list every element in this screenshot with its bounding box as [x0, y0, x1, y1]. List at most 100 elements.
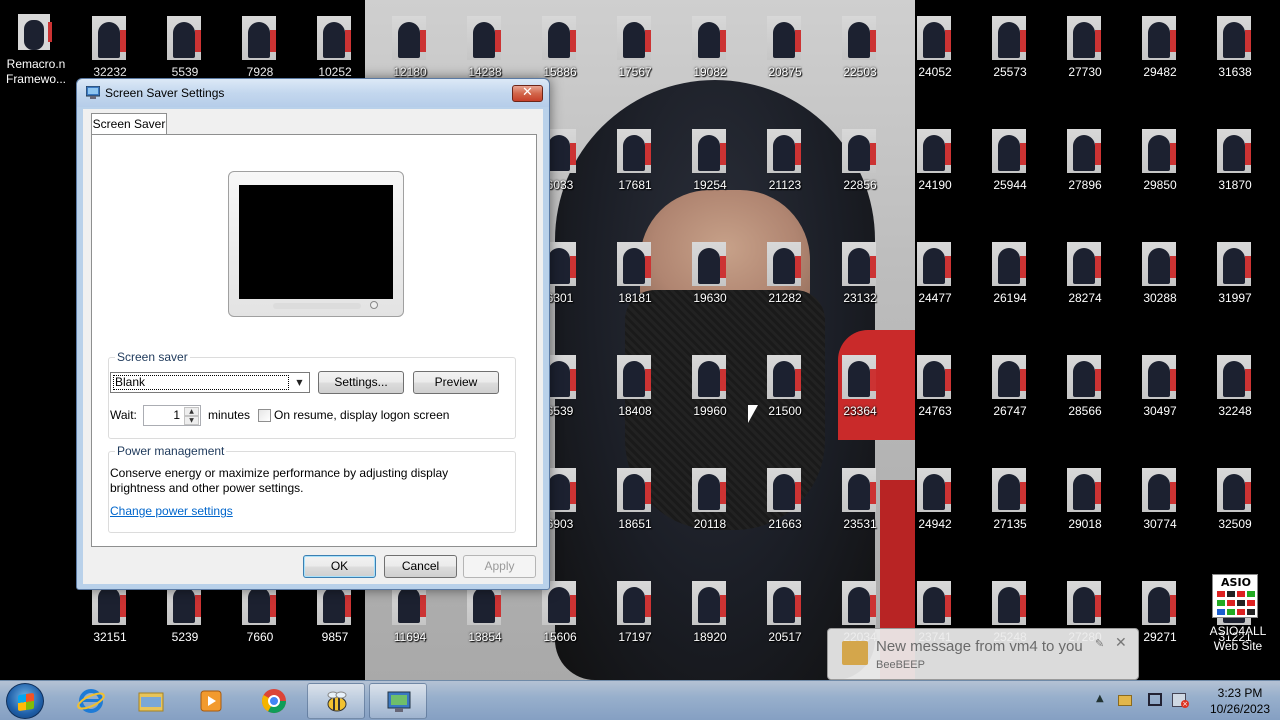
settings-button[interactable]: Settings... [318, 371, 404, 394]
image-file-icon [392, 16, 426, 60]
desktop-icon[interactable]: 30774 [1124, 460, 1196, 560]
wait-minutes-stepper[interactable]: 1 ▲ ▼ [143, 405, 201, 426]
desktop-icon-label: 26747 [993, 404, 1027, 418]
desktop-icon[interactable]: 29018 [1049, 460, 1121, 560]
desktop-icon-label: 23531 [843, 517, 877, 531]
desktop-icon[interactable]: 30288 [1124, 234, 1196, 334]
desktop-icon[interactable]: 19254 [674, 121, 746, 221]
desktop-icon-remacro[interactable]: Remacro.n Framewo... [0, 0, 72, 100]
image-file-icon [92, 16, 126, 60]
desktop-icon[interactable]: 24942 [899, 460, 971, 560]
desktop-icon[interactable]: 23364 [824, 347, 896, 447]
desktop-icon-asio4all[interactable]: ASIO ASIO4ALL Web Site [1196, 570, 1280, 660]
desktop-icon[interactable]: 32248 [1199, 347, 1271, 447]
envelope-tray-icon[interactable] [1118, 695, 1132, 706]
desktop-icon[interactable]: 18181 [599, 234, 671, 334]
desktop-icon[interactable]: 24477 [899, 234, 971, 334]
close-button[interactable]: ✕ [512, 85, 543, 102]
ok-button[interactable]: OK [303, 555, 376, 578]
desktop-icon-label: 23132 [843, 291, 877, 305]
clock-time[interactable]: 3:23 PM [1210, 686, 1270, 700]
desktop-icon[interactable]: 25573 [974, 8, 1046, 108]
dialog-title-bar[interactable]: Screen Saver Settings ✕ [77, 79, 549, 107]
muted-icon: × [1181, 700, 1189, 708]
desktop-icon[interactable]: 18408 [599, 347, 671, 447]
change-power-settings-link[interactable]: Change power settings [110, 504, 233, 518]
desktop-icon[interactable]: 20517 [749, 573, 821, 673]
pin-icon[interactable]: ✎ [1095, 637, 1104, 650]
desktop-icon[interactable]: 17567 [599, 8, 671, 108]
desktop-icon[interactable]: 29482 [1124, 8, 1196, 108]
desktop-icon-label: 13854 [468, 630, 502, 644]
taskbar-chrome[interactable] [245, 683, 303, 719]
desktop-icon[interactable]: 19630 [674, 234, 746, 334]
desktop-icon[interactable]: 27730 [1049, 8, 1121, 108]
desktop-icon[interactable]: 26194 [974, 234, 1046, 334]
desktop-icon[interactable]: 32509 [1199, 460, 1271, 560]
desktop-icon[interactable]: 18920 [674, 573, 746, 673]
cancel-button[interactable]: Cancel [384, 555, 457, 578]
on-resume-label[interactable]: On resume, display logon screen [274, 408, 449, 422]
monitor-preview-screen [239, 185, 393, 299]
notification-toast[interactable]: New message from vm4 to you BeeBEEP ✎ ✕ [827, 628, 1139, 680]
desktop-icon[interactable]: 28566 [1049, 347, 1121, 447]
desktop-icon-label: 19630 [693, 291, 727, 305]
clock-date[interactable]: 10/26/2023 [1202, 702, 1278, 716]
desktop-icon[interactable]: 21123 [749, 121, 821, 221]
desktop-icon[interactable]: 18651 [599, 460, 671, 560]
desktop-icon[interactable]: 29850 [1124, 121, 1196, 221]
desktop-icon[interactable]: 17681 [599, 121, 671, 221]
desktop-icon[interactable]: 19082 [674, 8, 746, 108]
desktop-icon[interactable]: 24052 [899, 8, 971, 108]
image-file-icon [842, 242, 876, 286]
desktop-icon-label: 31870 [1218, 178, 1252, 192]
taskbar-internet-explorer[interactable] [62, 683, 120, 719]
desktop-icon[interactable]: 19960 [674, 347, 746, 447]
start-button[interactable] [6, 683, 44, 719]
desktop-icon[interactable]: 23531 [824, 460, 896, 560]
desktop-icon[interactable]: 24190 [899, 121, 971, 221]
desktop-icon[interactable]: 31997 [1199, 234, 1271, 334]
image-file-icon [992, 581, 1026, 625]
stepper-up-button[interactable]: ▲ [184, 407, 199, 416]
desktop-icon[interactable]: 27896 [1049, 121, 1121, 221]
desktop-icon[interactable]: 21663 [749, 460, 821, 560]
taskbar-media-player[interactable] [182, 683, 240, 719]
desktop-icon[interactable]: 20118 [674, 460, 746, 560]
desktop-icon[interactable]: 20875 [749, 8, 821, 108]
desktop-icon[interactable]: 17197 [599, 573, 671, 673]
desktop-icon[interactable]: 28274 [1049, 234, 1121, 334]
preview-button[interactable]: Preview [413, 371, 499, 394]
desktop-icon[interactable]: 23132 [824, 234, 896, 334]
image-file-icon [1217, 468, 1251, 512]
taskbar-beebeep[interactable] [307, 683, 365, 719]
image-file-icon [1067, 468, 1101, 512]
taskbar-file-explorer[interactable] [122, 683, 180, 719]
image-file-icon [1067, 242, 1101, 286]
desktop-icon[interactable]: 26747 [974, 347, 1046, 447]
show-hidden-icons-button[interactable]: ▲ [1096, 693, 1104, 704]
notification-close-button[interactable]: ✕ [1115, 635, 1127, 651]
desktop-icon-label: 19254 [693, 178, 727, 192]
asio-grid-graphic [1217, 591, 1255, 615]
desktop-icon[interactable]: 27135 [974, 460, 1046, 560]
desktop-icon[interactable]: 30497 [1124, 347, 1196, 447]
desktop-icon[interactable]: 21500 [749, 347, 821, 447]
taskbar: ▲ × 3:23 PM 10/26/2023 [0, 680, 1280, 720]
tab-screen-saver[interactable]: Screen Saver [91, 113, 167, 135]
screen-saver-dropdown[interactable]: Blank ▼ [110, 372, 310, 393]
desktop-icon[interactable]: 31870 [1199, 121, 1271, 221]
media-player-icon [200, 690, 222, 712]
desktop-icon[interactable]: 22503 [824, 8, 896, 108]
desktop-icon[interactable]: 31638 [1199, 8, 1271, 108]
taskbar-screen-saver-settings[interactable] [369, 683, 427, 719]
stepper-down-button[interactable]: ▼ [184, 416, 199, 425]
desktop-icon[interactable]: 25944 [974, 121, 1046, 221]
desktop-icon[interactable]: 22856 [824, 121, 896, 221]
image-file-icon [1217, 129, 1251, 173]
network-icon[interactable] [1148, 693, 1162, 706]
desktop-icon[interactable]: 21282 [749, 234, 821, 334]
on-resume-checkbox[interactable] [258, 409, 271, 422]
desktop-icon[interactable]: 24763 [899, 347, 971, 447]
screen-saver-settings-dialog: Screen Saver Settings ✕ Screen Saver Scr… [76, 78, 550, 590]
